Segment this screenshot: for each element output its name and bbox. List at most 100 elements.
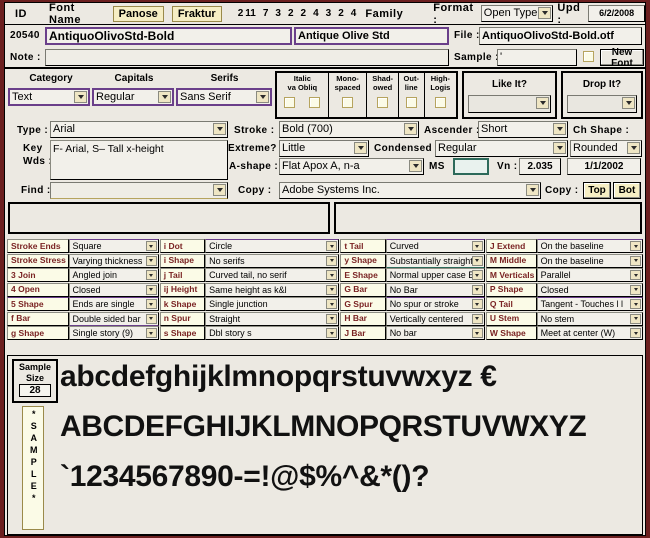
attr-value-2-2[interactable]: No serifs: [205, 253, 340, 268]
highlogic-flag-cell[interactable]: High- Logis: [425, 73, 456, 117]
chevron-down-icon[interactable]: [471, 284, 483, 295]
attr-value-3-3[interactable]: Normal upper case E: [385, 268, 485, 283]
chevron-down-icon[interactable]: [630, 284, 642, 295]
attr-value-3-5[interactable]: No spur or stroke: [385, 297, 485, 312]
family-name-input[interactable]: Antique Olive Std: [294, 27, 449, 45]
chevron-down-icon[interactable]: [471, 270, 483, 281]
outline-checkbox[interactable]: [405, 97, 417, 108]
chevron-down-icon[interactable]: [326, 255, 338, 266]
attr-value-3-1[interactable]: Curved: [385, 239, 485, 254]
chevron-down-icon[interactable]: [213, 123, 226, 135]
stroke-select[interactable]: Bold (700): [279, 121, 419, 138]
attr-value-4-2[interactable]: On the baseline: [536, 253, 644, 268]
type-select[interactable]: Arial: [50, 121, 228, 138]
chevron-down-icon[interactable]: [630, 270, 642, 281]
chevron-down-icon[interactable]: [622, 97, 635, 109]
chevron-down-icon[interactable]: [158, 91, 171, 103]
shadowed-checkbox[interactable]: [377, 97, 389, 108]
attr-value-2-4[interactable]: Same height as k&l: [205, 282, 340, 297]
chevron-down-icon[interactable]: [630, 299, 642, 310]
italic-checkbox[interactable]: [284, 97, 296, 108]
chevron-down-icon[interactable]: [536, 97, 549, 109]
chevron-down-icon[interactable]: [256, 91, 269, 103]
extreme-select[interactable]: Little: [279, 140, 369, 157]
notes-panel-right[interactable]: [334, 202, 642, 234]
chevron-down-icon[interactable]: [145, 255, 157, 266]
chevron-down-icon[interactable]: [145, 241, 157, 252]
attr-value-2-6[interactable]: Straight: [205, 311, 340, 326]
attr-value-4-5[interactable]: Tangent - Touches l l: [536, 297, 644, 312]
attr-value-1-6[interactable]: Double sided bar: [68, 311, 159, 326]
category-select[interactable]: Text: [8, 88, 90, 106]
monospaced-flag-cell[interactable]: Mono- spaced: [329, 73, 368, 117]
sample-checkbox[interactable]: [583, 51, 594, 62]
chevron-down-icon[interactable]: [630, 313, 642, 324]
chevron-down-icon[interactable]: [145, 284, 157, 295]
ms-input[interactable]: [453, 158, 489, 175]
outline-flag-cell[interactable]: Out- line: [399, 73, 425, 117]
attr-value-2-7[interactable]: Dbl story s: [205, 326, 340, 341]
attr-value-4-7[interactable]: Meet at center (W): [536, 326, 644, 341]
chevron-down-icon[interactable]: [471, 313, 483, 324]
serifs-select[interactable]: Sans Serif: [176, 88, 272, 106]
chevron-down-icon[interactable]: [404, 123, 417, 135]
condensed-select[interactable]: Regular: [435, 140, 568, 157]
attr-value-3-2[interactable]: Substantially straight: [385, 253, 485, 268]
chevron-down-icon[interactable]: [471, 299, 483, 310]
shadowed-flag-cell[interactable]: Shad- owed: [367, 73, 399, 117]
attr-value-2-1[interactable]: Circle: [205, 239, 340, 254]
chevron-down-icon[interactable]: [326, 328, 338, 339]
fraktur-button[interactable]: Fraktur: [171, 5, 222, 22]
chevron-down-icon[interactable]: [145, 313, 157, 324]
key-words-textarea[interactable]: F- Arial, S– Tall x-height: [50, 140, 228, 180]
chevron-down-icon[interactable]: [553, 142, 566, 154]
attr-value-3-7[interactable]: No bar: [385, 326, 485, 341]
font-name-input[interactable]: AntiquoOlivoStd-Bold: [45, 27, 292, 45]
chevron-down-icon[interactable]: [213, 184, 226, 196]
ch-shape-select[interactable]: Rounded: [570, 140, 642, 157]
chevron-down-icon[interactable]: [627, 142, 640, 154]
attr-value-4-6[interactable]: No stem: [536, 311, 644, 326]
copy-bot-button[interactable]: Bot: [613, 182, 641, 199]
find-input[interactable]: [50, 182, 228, 199]
chevron-down-icon[interactable]: [409, 160, 422, 172]
chevron-down-icon[interactable]: [326, 299, 338, 310]
chevron-down-icon[interactable]: [630, 328, 642, 339]
attr-value-3-4[interactable]: No Bar: [385, 282, 485, 297]
chevron-down-icon[interactable]: [326, 284, 338, 295]
chevron-down-icon[interactable]: [471, 255, 483, 266]
chevron-down-icon[interactable]: [354, 142, 367, 154]
chevron-down-icon[interactable]: [326, 313, 338, 324]
new-font-button[interactable]: New Font: [600, 47, 644, 69]
italic-flag-cell[interactable]: Italic va Obliq: [277, 73, 329, 117]
attr-value-1-7[interactable]: Single story (9): [68, 326, 159, 341]
sample-input[interactable]: ': [497, 49, 577, 66]
attr-value-4-3[interactable]: Parallel: [536, 268, 644, 283]
capitals-select[interactable]: Regular: [92, 88, 174, 106]
chevron-down-icon[interactable]: [526, 184, 539, 196]
oblique-checkbox[interactable]: [309, 97, 321, 108]
chevron-down-icon[interactable]: [630, 255, 642, 266]
highlogic-checkbox[interactable]: [434, 97, 446, 108]
a-shape-select[interactable]: Flat Apox A, n-a: [279, 158, 424, 175]
chevron-down-icon[interactable]: [471, 328, 483, 339]
attr-value-1-3[interactable]: Angled join: [68, 268, 159, 283]
monospaced-checkbox[interactable]: [342, 97, 354, 108]
attr-value-2-3[interactable]: Curved tail, no serif: [205, 268, 340, 283]
format-select[interactable]: Open Type: [480, 5, 554, 22]
chevron-down-icon[interactable]: [326, 270, 338, 281]
chevron-down-icon[interactable]: [630, 241, 642, 252]
copy-top-button[interactable]: Top: [583, 182, 611, 199]
attr-value-3-6[interactable]: Vertically centered: [385, 311, 485, 326]
attr-value-1-5[interactable]: Ends are single: [68, 297, 159, 312]
chevron-down-icon[interactable]: [145, 270, 157, 281]
sample-size-input[interactable]: 28: [19, 384, 51, 397]
copyright-select[interactable]: Adobe Systems Inc.: [279, 182, 541, 199]
notes-panel-left[interactable]: [8, 202, 330, 234]
chevron-down-icon[interactable]: [74, 91, 87, 103]
chevron-down-icon[interactable]: [145, 299, 157, 310]
chevron-down-icon[interactable]: [326, 241, 338, 252]
chevron-down-icon[interactable]: [145, 328, 157, 339]
chevron-down-icon[interactable]: [553, 123, 566, 135]
drop-it-select[interactable]: [567, 95, 637, 113]
